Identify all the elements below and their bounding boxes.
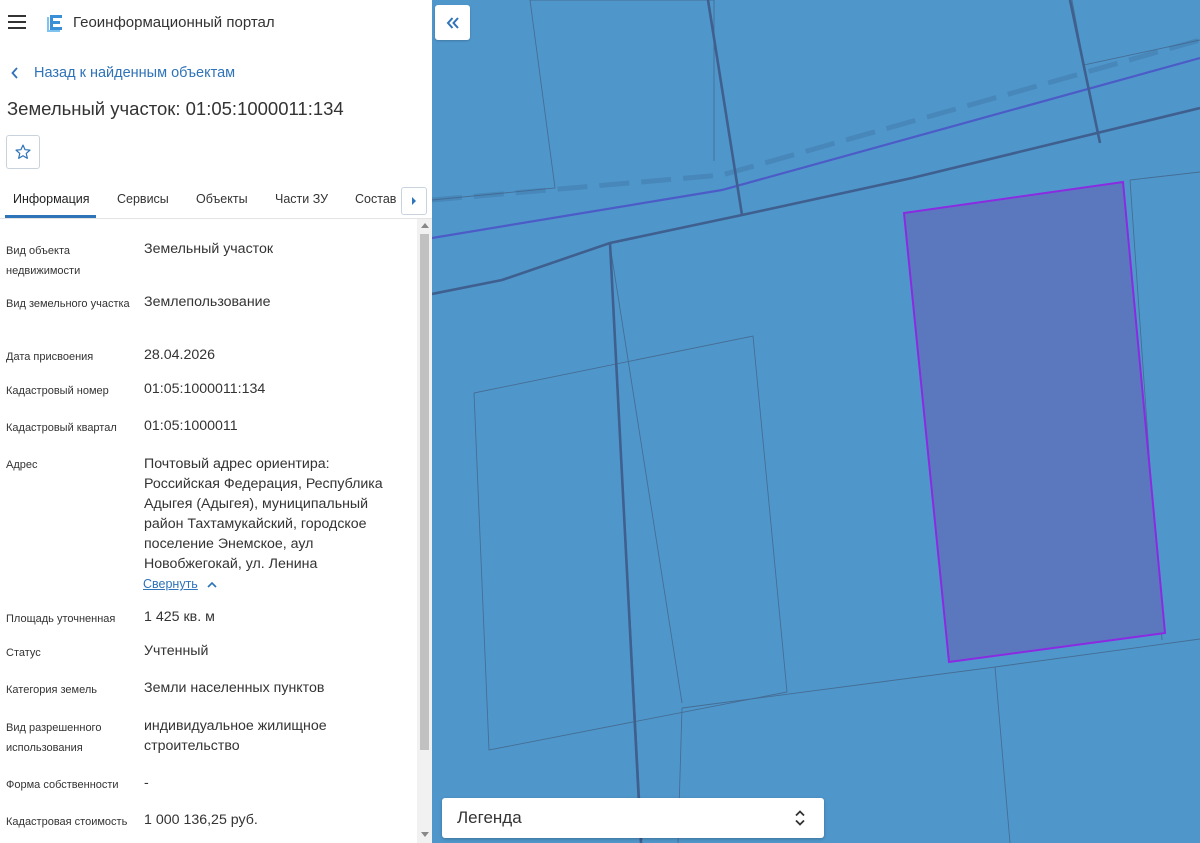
attribute-label: Статус bbox=[6, 647, 41, 659]
attribute-label: Кадастровый номер bbox=[6, 385, 109, 397]
address-value: Почтовый адрес ориентира: Российская Фед… bbox=[144, 456, 383, 572]
attribute-label: Кадастровый квартал bbox=[6, 422, 117, 434]
portal-logo-icon bbox=[47, 15, 62, 32]
attribute-value: 1 425 кв. м bbox=[144, 609, 215, 625]
attribute-label: Дата присвоения bbox=[6, 351, 94, 363]
tab-objects[interactable]: Объекты bbox=[196, 192, 248, 206]
tab-services[interactable]: Сервисы bbox=[117, 192, 169, 206]
attribute-label: Адрес bbox=[6, 459, 38, 471]
tab-bar: Информация Сервисы Объекты Части ЗУ Сост… bbox=[0, 180, 432, 219]
chevron-up-icon bbox=[207, 581, 217, 588]
tab-composition[interactable]: Состав bbox=[355, 192, 396, 206]
map-view[interactable] bbox=[432, 0, 1200, 843]
top-bar: Геоинформационный портал bbox=[0, 0, 432, 46]
object-title: Земельный участок: 01:05:1000011:134 bbox=[7, 98, 344, 119]
scrollbar-thumb[interactable] bbox=[420, 234, 429, 750]
hamburger-icon[interactable] bbox=[8, 15, 26, 29]
collapse-address-link[interactable]: Свернуть bbox=[143, 577, 217, 591]
attribute-label: Вид земельного участка bbox=[6, 298, 130, 310]
attribute-label: Форма собственности bbox=[6, 779, 119, 791]
favorite-button[interactable] bbox=[6, 135, 40, 169]
map-canvas[interactable] bbox=[432, 0, 1200, 843]
tab-info[interactable]: Информация bbox=[13, 192, 90, 206]
double-chevron-left-icon bbox=[446, 16, 459, 29]
attribute-value: Земельный участок bbox=[144, 241, 274, 257]
legend-label: Легенда bbox=[457, 808, 522, 827]
back-link-label: Назад к найденным объектам bbox=[34, 65, 236, 81]
scroll-up-arrow[interactable] bbox=[421, 223, 429, 228]
collapse-panel-button[interactable] bbox=[435, 5, 470, 40]
attribute-label: Категория земель bbox=[6, 684, 97, 696]
attribute-value: индивидуальное жилищное строительство bbox=[144, 718, 327, 754]
active-tab-indicator bbox=[5, 215, 96, 218]
attribute-value: 1 000 136,25 руб. bbox=[144, 812, 258, 828]
unfold-arrows-icon bbox=[795, 810, 805, 826]
info-panel: Геоинформационный портал Назад к найденн… bbox=[0, 0, 432, 843]
attribute-value: - bbox=[144, 775, 149, 791]
attribute-label: Площадь уточненная bbox=[6, 613, 116, 625]
chevron-left-icon bbox=[11, 67, 18, 79]
back-to-results-link[interactable]: Назад к найденным объектам bbox=[10, 63, 235, 83]
attribute-label: Вид разрешенного использования bbox=[6, 722, 102, 754]
attributes-scrollbar[interactable] bbox=[417, 219, 432, 843]
attribute-value: Землепользование bbox=[144, 294, 271, 310]
attribute-value: Земли населенных пунктов bbox=[144, 680, 325, 696]
tab-parcel-parts[interactable]: Части ЗУ bbox=[275, 192, 328, 206]
attribute-label: Кадастровая стоимость bbox=[6, 816, 128, 828]
app-title: Геоинформационный портал bbox=[73, 14, 275, 31]
attribute-label: Вид объекта недвижимости bbox=[6, 245, 81, 277]
tabs-scroll-right-button[interactable] bbox=[401, 187, 427, 215]
star-outline-icon bbox=[15, 144, 31, 159]
attribute-value: 01:05:1000011:134 bbox=[144, 381, 266, 397]
attribute-value: 28.04.2026 bbox=[144, 347, 216, 363]
attribute-value: Учтенный bbox=[144, 643, 209, 659]
collapse-link-label: Свернуть bbox=[143, 577, 198, 591]
attribute-value: 01:05:1000011 bbox=[144, 418, 238, 434]
legend-dropdown[interactable]: Легенда bbox=[442, 798, 824, 838]
caret-right-icon bbox=[412, 197, 416, 205]
attributes-list: Вид объекта недвижимости Земельный участ… bbox=[0, 219, 417, 843]
scroll-down-arrow[interactable] bbox=[421, 832, 429, 837]
